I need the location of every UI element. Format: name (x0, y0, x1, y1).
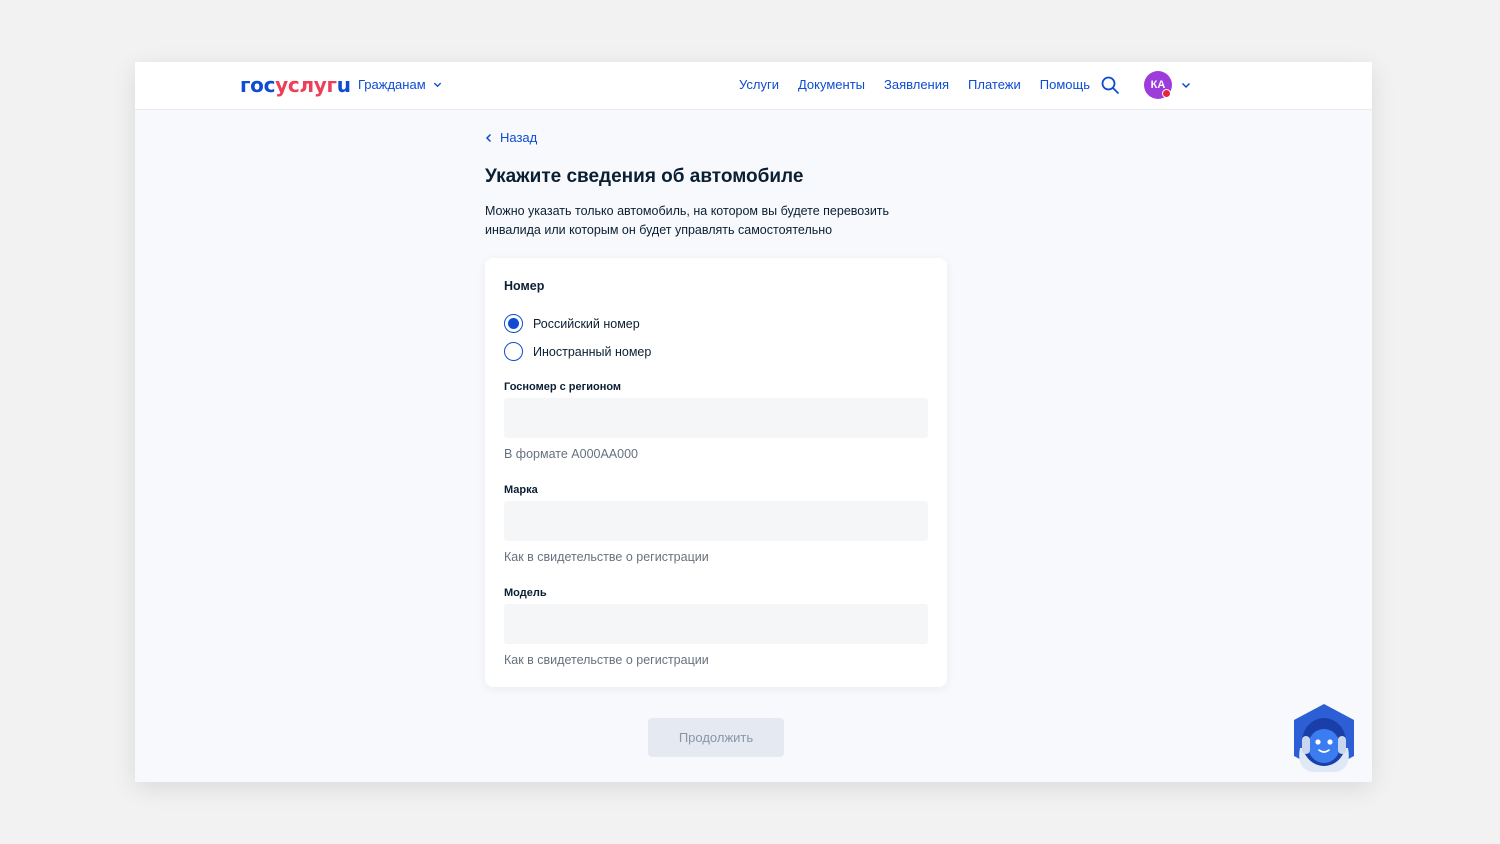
radio-russian-number[interactable]: Российский номер (504, 314, 640, 333)
page-title: Укажите сведения об автомобиле (485, 166, 804, 187)
page-description: Можно указать только автомобиль, на кото… (485, 204, 890, 237)
brand-hint: Как в свидетельстве о регистрации (504, 550, 709, 564)
brand-input[interactable] (504, 501, 928, 541)
vehicle-form-card: Номер Российский номер Иностранный номер… (485, 258, 947, 687)
assistant-robot-icon[interactable] (1290, 702, 1358, 774)
brand-label: Марка (504, 484, 538, 496)
nav-item-services[interactable]: Услуги (739, 77, 779, 92)
nav-item-help[interactable]: Помощь (1040, 77, 1090, 92)
nav-item-payments[interactable]: Платежи (968, 77, 1021, 92)
main-nav: Услуги Документы Заявления Платежи Помощ… (739, 77, 1090, 92)
model-label: Модель (504, 587, 547, 599)
radio-label: Российский номер (533, 316, 640, 331)
browser-frame: госуслугu Гражданам Услуги Документы Зая… (135, 62, 1372, 782)
chevron-left-icon (485, 133, 492, 142)
audience-label: Гражданам (358, 77, 426, 92)
number-section-label: Номер (504, 279, 545, 293)
radio-foreign-number[interactable]: Иностранный номер (504, 342, 651, 361)
continue-button[interactable]: Продолжить (648, 718, 784, 757)
back-label: Назад (500, 130, 538, 145)
nav-item-documents[interactable]: Документы (798, 77, 865, 92)
radio-button[interactable] (504, 342, 523, 361)
radio-label: Иностранный номер (533, 344, 652, 359)
audience-dropdown[interactable]: Гражданам (358, 77, 442, 92)
chevron-down-icon[interactable] (1181, 80, 1191, 90)
back-link[interactable]: Назад (485, 130, 537, 145)
logo-part-gos: гос (240, 73, 276, 97)
notification-dot (1162, 89, 1171, 98)
model-hint: Как в свидетельстве о регистрации (504, 653, 709, 667)
chevron-down-icon (433, 82, 441, 88)
model-input[interactable] (504, 604, 928, 644)
plate-input[interactable] (504, 398, 928, 438)
logo-part-uslug: услуг (275, 73, 337, 97)
plate-hint: В формате А000АА000 (504, 447, 639, 461)
search-icon[interactable] (1100, 75, 1120, 95)
gosuslugi-logo[interactable]: госуслугu (240, 73, 351, 97)
nav-item-applications[interactable]: Заявления (884, 77, 949, 92)
plate-label: Госномер с регионом (504, 381, 622, 393)
radio-selected-dot (508, 318, 519, 329)
site-header: госуслугu Гражданам Услуги Документы Зая… (135, 62, 1372, 110)
radio-button[interactable] (504, 314, 523, 333)
logo-part-u: u (336, 73, 351, 97)
